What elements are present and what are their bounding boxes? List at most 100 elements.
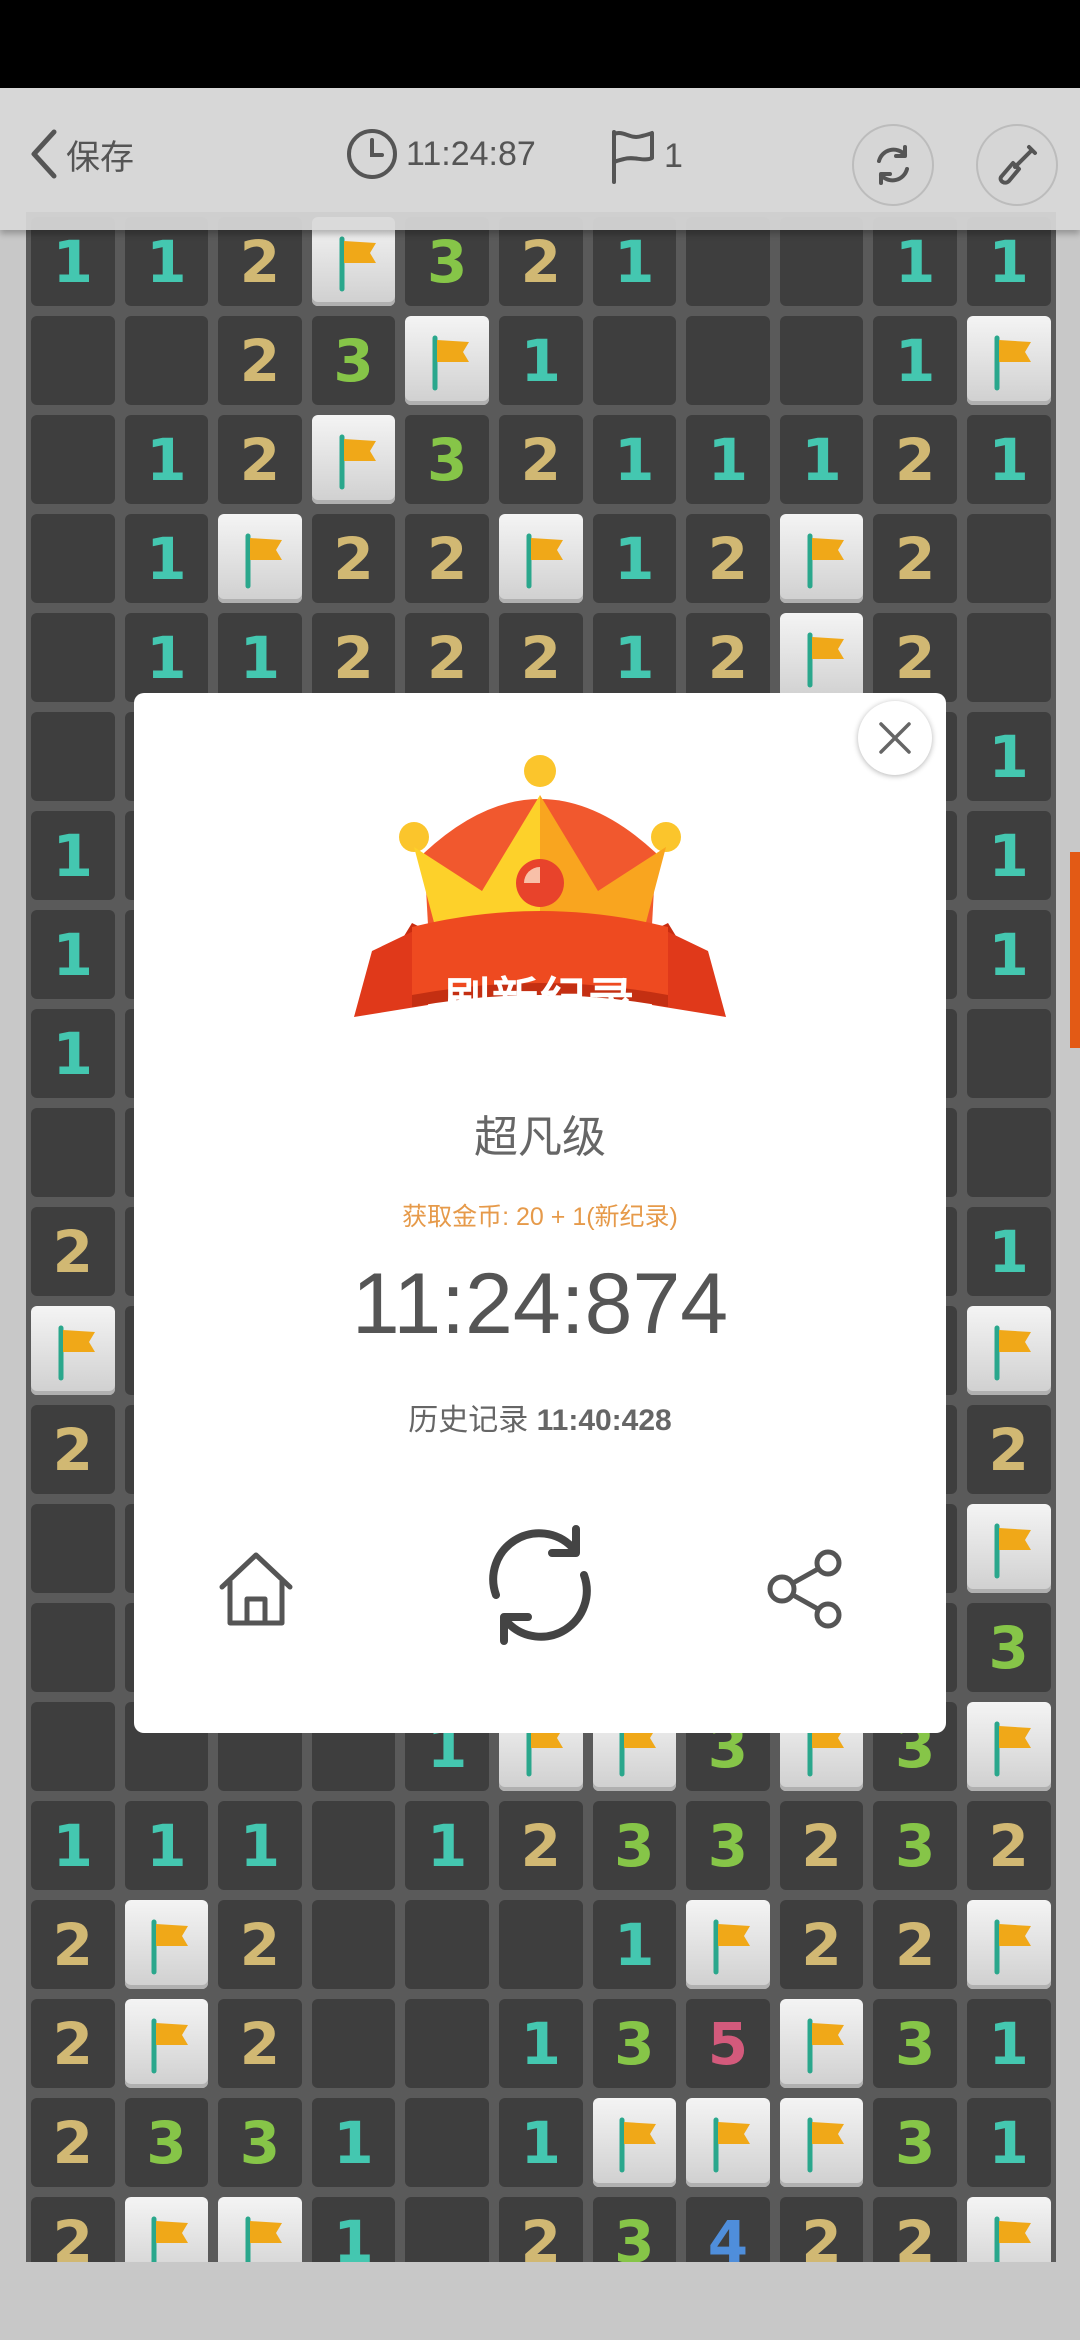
board-cell[interactable] xyxy=(966,1702,1051,1791)
board-cell[interactable] xyxy=(31,415,115,504)
board-cell[interactable]: 1 xyxy=(592,217,677,306)
board-cell[interactable] xyxy=(218,2197,302,2262)
board-cell[interactable] xyxy=(966,613,1051,702)
board-cell[interactable]: 2 xyxy=(873,2197,957,2262)
board-cell[interactable]: 2 xyxy=(218,316,302,405)
board-cell[interactable] xyxy=(311,1900,396,1989)
board-cell[interactable] xyxy=(966,316,1051,405)
board-cell[interactable]: 2 xyxy=(498,1801,583,1890)
board-cell[interactable] xyxy=(124,316,209,405)
board-cell[interactable]: 2 xyxy=(31,2098,115,2187)
share-button[interactable] xyxy=(746,1529,866,1649)
board-cell[interactable]: 1 xyxy=(124,1801,209,1890)
board-cell[interactable] xyxy=(686,316,770,405)
board-cell[interactable]: 1 xyxy=(498,2098,583,2187)
board-cell[interactable]: 1 xyxy=(592,415,677,504)
board-cell[interactable]: 2 xyxy=(498,217,583,306)
board-cell[interactable]: 2 xyxy=(873,415,957,504)
board-cell[interactable] xyxy=(124,2197,209,2262)
board-cell[interactable]: 2 xyxy=(31,1999,115,2088)
board-cell[interactable]: 2 xyxy=(218,415,302,504)
board-cell[interactable]: 3 xyxy=(966,1603,1051,1692)
board-cell[interactable]: 2 xyxy=(31,1900,115,1989)
board-cell[interactable]: 2 xyxy=(498,415,583,504)
board-cell[interactable]: 1 xyxy=(873,316,957,405)
board-cell[interactable]: 3 xyxy=(592,2197,677,2262)
board-cell[interactable] xyxy=(779,613,864,702)
board-cell[interactable]: 5 xyxy=(686,1999,770,2088)
board-cell[interactable]: 1 xyxy=(966,910,1051,999)
board-cell[interactable]: 2 xyxy=(779,2197,864,2262)
board-cell[interactable]: 2 xyxy=(218,217,302,306)
board-cell[interactable]: 1 xyxy=(405,1801,489,1890)
board-cell[interactable]: 1 xyxy=(592,613,677,702)
board-cell[interactable]: 1 xyxy=(966,2098,1051,2187)
board-cell[interactable] xyxy=(779,2098,864,2187)
shovel-tool-button[interactable] xyxy=(976,124,1058,206)
board-cell[interactable]: 1 xyxy=(592,1900,677,1989)
board-cell[interactable] xyxy=(779,316,864,405)
board-cell[interactable] xyxy=(405,1999,489,2088)
board-cell[interactable]: 3 xyxy=(124,2098,209,2187)
board-cell[interactable]: 1 xyxy=(31,811,115,900)
board-cell[interactable]: 1 xyxy=(124,415,209,504)
board-cell[interactable]: 2 xyxy=(218,1999,302,2088)
board-cell[interactable]: 3 xyxy=(686,1801,770,1890)
board-cell[interactable] xyxy=(31,514,115,603)
board-cell[interactable] xyxy=(966,2197,1051,2262)
board-cell[interactable]: 1 xyxy=(966,1207,1051,1296)
board-cell[interactable]: 2 xyxy=(405,613,489,702)
board-cell[interactable]: 1 xyxy=(966,1999,1051,2088)
board-cell[interactable]: 2 xyxy=(31,1207,115,1296)
board-cell[interactable] xyxy=(31,1306,115,1395)
board-cell[interactable] xyxy=(592,316,677,405)
board-cell[interactable] xyxy=(218,514,302,603)
board-cell[interactable]: 1 xyxy=(124,613,209,702)
close-button[interactable] xyxy=(858,701,932,775)
board-cell[interactable]: 2 xyxy=(686,613,770,702)
board-cell[interactable]: 1 xyxy=(686,415,770,504)
board-cell[interactable] xyxy=(311,1999,396,2088)
board-cell[interactable]: 1 xyxy=(966,811,1051,900)
board-cell[interactable]: 3 xyxy=(873,2098,957,2187)
board-cell[interactable]: 1 xyxy=(873,217,957,306)
board-cell[interactable] xyxy=(31,613,115,702)
board-cell[interactable] xyxy=(592,2098,677,2187)
board-cell[interactable] xyxy=(124,1999,209,2088)
board-cell[interactable]: 1 xyxy=(498,1999,583,2088)
board-cell[interactable]: 2 xyxy=(966,1405,1051,1494)
board-cell[interactable]: 1 xyxy=(124,514,209,603)
board-cell[interactable] xyxy=(31,1603,115,1692)
board-cell[interactable]: 3 xyxy=(873,1801,957,1890)
board-cell[interactable] xyxy=(498,1900,583,1989)
board-cell[interactable]: 3 xyxy=(405,415,489,504)
board-cell[interactable]: 1 xyxy=(31,910,115,999)
board-cell[interactable] xyxy=(498,514,583,603)
board-cell[interactable] xyxy=(311,217,396,306)
board-cell[interactable]: 3 xyxy=(592,1801,677,1890)
board-cell[interactable]: 1 xyxy=(592,514,677,603)
board-cell[interactable]: 1 xyxy=(966,217,1051,306)
board-cell[interactable]: 2 xyxy=(31,2197,115,2262)
board-cell[interactable] xyxy=(31,1702,115,1791)
board-cell[interactable]: 2 xyxy=(311,514,396,603)
board-cell[interactable]: 3 xyxy=(873,1999,957,2088)
board-cell[interactable]: 2 xyxy=(873,613,957,702)
board-cell[interactable]: 2 xyxy=(498,2197,583,2262)
board-cell[interactable]: 1 xyxy=(966,712,1051,801)
board-cell[interactable]: 1 xyxy=(779,415,864,504)
board-cell[interactable]: 1 xyxy=(311,2098,396,2187)
board-cell[interactable] xyxy=(966,1504,1051,1593)
board-cell[interactable] xyxy=(31,316,115,405)
board-cell[interactable] xyxy=(31,1504,115,1593)
board-cell[interactable]: 2 xyxy=(405,514,489,603)
board-cell[interactable]: 1 xyxy=(311,2197,396,2262)
board-cell[interactable] xyxy=(405,316,489,405)
board-cell[interactable]: 2 xyxy=(498,613,583,702)
board-cell[interactable]: 1 xyxy=(31,1009,115,1098)
board-cell[interactable]: 1 xyxy=(218,1801,302,1890)
scrollbar-indicator[interactable] xyxy=(1070,852,1080,1048)
board-cell[interactable]: 2 xyxy=(873,514,957,603)
board-cell[interactable]: 2 xyxy=(873,1900,957,1989)
board-cell[interactable] xyxy=(405,2098,489,2187)
